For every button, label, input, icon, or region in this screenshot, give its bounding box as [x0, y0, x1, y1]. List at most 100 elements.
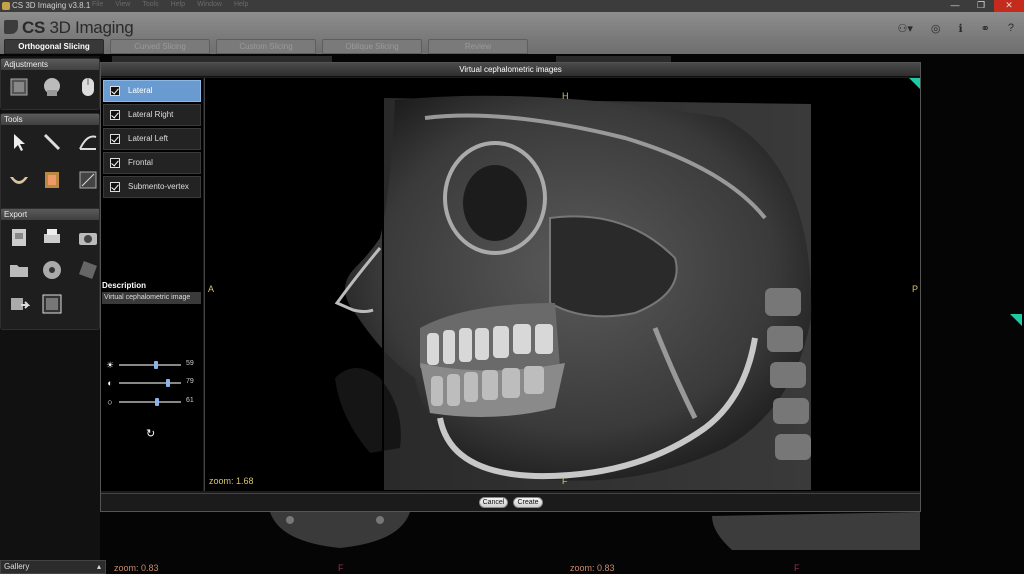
tab-review[interactable]: Review [428, 39, 528, 54]
brightness-slider[interactable]: ☀ 59 [105, 360, 201, 370]
slider-track[interactable] [119, 382, 181, 384]
cephalometric-dialog: Virtual cephalometric images Lateral Lat… [100, 62, 921, 512]
adjustments-group: Adjustments [0, 58, 100, 110]
gamma-slider[interactable]: ○ 61 [105, 397, 201, 407]
contrast-value: 79 [186, 378, 194, 385]
skull-render-icon[interactable] [41, 76, 63, 98]
orientation-left-label: A [208, 284, 215, 294]
logo-mark-icon [4, 20, 18, 34]
viewport-corner-marker [1010, 314, 1022, 326]
view-item-lateral-left[interactable]: Lateral Left [103, 128, 201, 150]
burn-disc-icon[interactable] [41, 259, 63, 281]
send-export-icon[interactable] [8, 293, 30, 315]
background-zoom-left: zoom: 0.83 [114, 563, 159, 573]
view-item-lateral[interactable]: Lateral [103, 80, 201, 102]
dialog-footer: Cancel Create [101, 493, 920, 511]
gamma-icon: ○ [107, 397, 113, 407]
menu-item-file[interactable]: File [92, 1, 103, 8]
pointer-tool-icon[interactable] [8, 131, 30, 153]
view-item-frontal[interactable]: Frontal [103, 152, 201, 174]
export-image-icon[interactable] [41, 293, 63, 315]
export-slices-icon[interactable] [77, 259, 99, 281]
view-item-submento-vertex[interactable]: Submento-vertex [103, 176, 201, 198]
create-button[interactable]: Create [513, 497, 543, 508]
angle-tool-icon[interactable] [77, 131, 99, 153]
menu-item-view[interactable]: View [115, 1, 130, 8]
gallery-label: Gallery [4, 562, 30, 571]
adjustments-title: Adjustments [1, 59, 99, 70]
tools-title: Tools [1, 114, 99, 125]
minimize-button[interactable]: — [942, 0, 968, 12]
mouse-icon[interactable] [77, 76, 99, 98]
close-button[interactable]: ✕ [994, 0, 1024, 12]
export-group: Export [0, 208, 100, 330]
help-icon[interactable]: ? [1008, 22, 1014, 35]
orientation-bottom-label: F [562, 476, 568, 486]
export-title: Export [1, 209, 99, 220]
chevron-up-icon: ▴ [96, 562, 101, 571]
slider-thumb[interactable] [154, 398, 159, 406]
folder-icon[interactable] [8, 259, 30, 281]
print-icon[interactable] [41, 226, 63, 248]
window-title: CS 3D Imaging v3.8.1 [12, 1, 91, 10]
menu-item-window[interactable]: Window [197, 1, 222, 8]
checkbox-checked-icon[interactable] [110, 110, 120, 120]
reset-icon[interactable]: ↻ [146, 427, 155, 440]
mandible-tool-icon[interactable] [8, 169, 30, 191]
view-item-lateral-right[interactable]: Lateral Right [103, 104, 201, 126]
contrast-icon: ◐ [107, 378, 113, 388]
info-icon[interactable]: ℹ [958, 22, 962, 35]
tab-curved-slicing[interactable]: Curved Slicing [110, 39, 210, 54]
slider-thumb[interactable] [165, 379, 170, 387]
tab-custom-slicing[interactable]: Custom Slicing [216, 39, 316, 54]
menu-item-help[interactable]: Help [171, 1, 185, 8]
slider-thumb[interactable] [153, 361, 158, 369]
cancel-button[interactable]: Cancel [479, 497, 508, 508]
checkbox-checked-icon[interactable] [110, 158, 120, 168]
view-item-label: Lateral Right [128, 110, 174, 119]
cephalometric-xray-image [334, 95, 812, 490]
measure-line-icon[interactable] [41, 131, 63, 153]
background-axial-slice [270, 512, 410, 548]
slider-track[interactable] [119, 364, 181, 366]
user-icon[interactable]: ⚇▾ [897, 22, 912, 35]
checkbox-checked-icon[interactable] [110, 182, 120, 192]
dialog-sidebar: Lateral Lateral Right Lateral Left Front… [101, 78, 203, 491]
view-item-label: Submento-vertex [128, 182, 189, 191]
view-item-label: Frontal [128, 158, 153, 167]
description-label: Description [102, 281, 147, 290]
network-icon[interactable]: ⚭ [981, 22, 990, 35]
background-zoom-right: zoom: 0.83 [570, 563, 615, 573]
brightness-icon: ☀ [105, 360, 115, 370]
left-panel: Adjustments Tools Export Gallery ▴ [0, 56, 106, 574]
header-toolbar: ⚇▾ ◎ ℹ ⚭ ? [897, 22, 1014, 35]
orientation-right-label: P [912, 284, 919, 294]
slider-track[interactable] [119, 401, 181, 403]
menu-bar: File View Tools Help Window Help [92, 1, 248, 8]
gamma-value: 61 [186, 397, 194, 404]
view-item-label: Lateral Left [128, 134, 169, 143]
cephalometric-image-viewport[interactable]: H F A P zoom: 1.68 [204, 78, 920, 491]
settings-icon[interactable]: ◎ [931, 22, 941, 35]
tab-oblique-slicing[interactable]: Oblique Slicing [322, 39, 422, 54]
title-bar: CS 3D Imaging v3.8.1 File View Tools Hel… [0, 0, 1024, 12]
description-field[interactable]: Virtual cephalometric image [102, 292, 201, 304]
menu-item-help-2[interactable]: Help [234, 1, 248, 8]
brightness-value: 59 [186, 360, 194, 367]
menu-item-tools[interactable]: Tools [142, 1, 158, 8]
export-report-icon[interactable] [8, 226, 30, 248]
contrast-slider[interactable]: ◐ 79 [105, 378, 201, 388]
tooth-segment-icon[interactable] [41, 169, 63, 191]
checkbox-checked-icon[interactable] [110, 86, 120, 96]
tab-orthogonal-slicing[interactable]: Orthogonal Slicing [4, 39, 104, 54]
camera-icon[interactable] [77, 226, 99, 248]
background-f-marker-left: F [338, 563, 344, 573]
volume-render-icon[interactable] [8, 76, 30, 98]
gallery-dropdown[interactable]: Gallery ▴ [0, 560, 106, 574]
app-icon [2, 2, 10, 10]
checkbox-checked-icon[interactable] [110, 134, 120, 144]
view-item-label: Lateral [128, 86, 153, 95]
tab-bar: Orthogonal Slicing Curved Slicing Custom… [4, 39, 528, 54]
annotation-tool-icon[interactable] [77, 169, 99, 191]
maximize-button[interactable]: ❐ [968, 0, 994, 12]
